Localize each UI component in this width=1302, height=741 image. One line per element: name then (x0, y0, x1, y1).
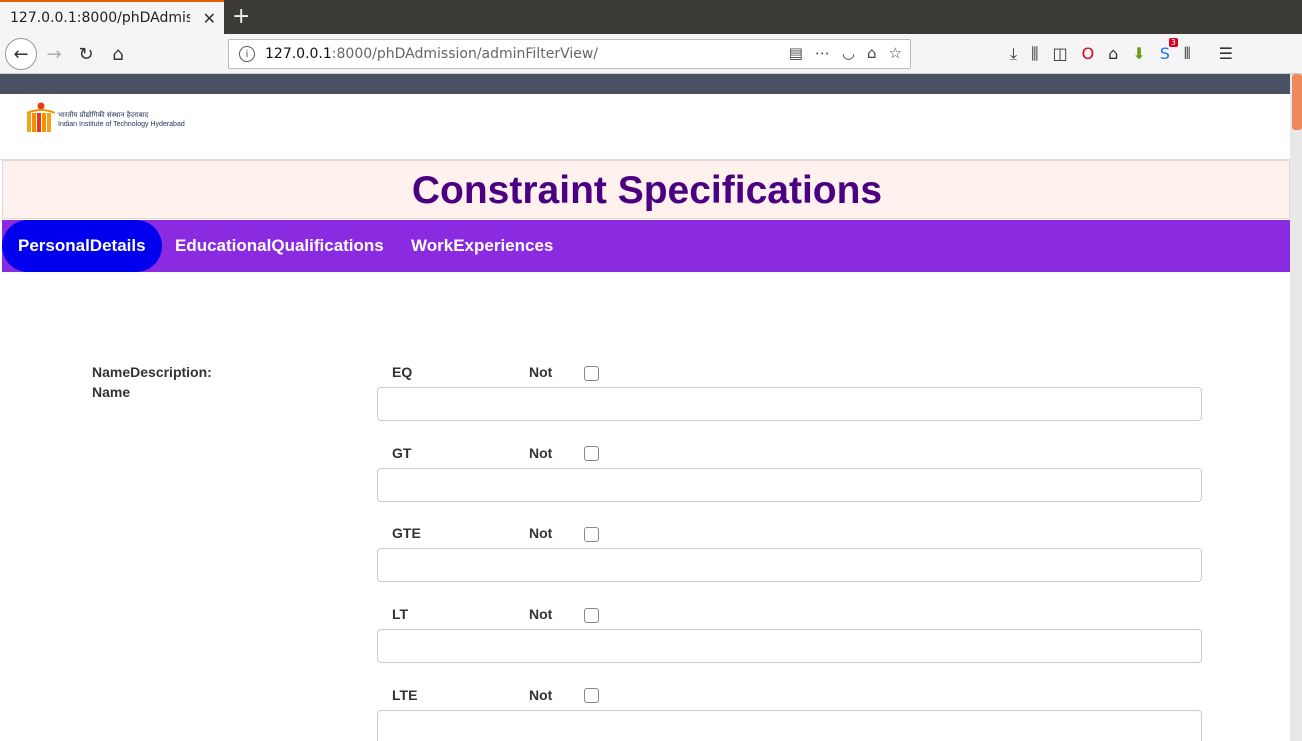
sidebar-icon[interactable]: ◫ (1052, 44, 1067, 64)
opera-icon[interactable]: O (1082, 44, 1095, 64)
not-label: Not (529, 525, 553, 541)
url-actions: ▤ ⋯ ◡ ⌂ ☆ (789, 44, 902, 62)
not-label: Not (529, 687, 553, 703)
value-input-eq[interactable] (377, 387, 1202, 421)
not-checkbox-lte[interactable] (584, 688, 599, 703)
operator-label-gte: GTE (392, 525, 421, 541)
library-icon[interactable]: ⫼ (1031, 44, 1038, 64)
page-title: Constraint Specifications (411, 169, 883, 212)
bookmark-star-icon[interactable]: ☆ (889, 44, 902, 62)
not-checkbox-gte[interactable] (584, 527, 599, 542)
tab-work-experiences[interactable]: WorkExperiences (411, 220, 553, 272)
field-sublabel: Name (92, 384, 131, 400)
tab-educational-qualifications[interactable]: EducationalQualifications (175, 220, 384, 272)
new-tab-icon[interactable]: + (232, 4, 250, 29)
not-label: Not (529, 445, 553, 461)
url-bar[interactable]: i 127.0.0.1:8000/phDAdmission/adminFilte… (228, 39, 911, 69)
heading-band: Constraint Specifications (2, 160, 1290, 219)
info-icon[interactable]: i (239, 46, 255, 62)
operator-label-lt: LT (392, 606, 409, 622)
menu-icon[interactable]: ☰ (1219, 44, 1233, 64)
more-actions-icon[interactable]: ⋯ (815, 44, 830, 62)
notification-extension-icon[interactable]: S3 (1160, 38, 1178, 64)
value-input-lt[interactable] (377, 629, 1202, 663)
scrollbar-thumb[interactable] (1292, 74, 1302, 130)
browser-tab[interactable]: 127.0.0.1:8000/phDAdmissi ✕ (0, 0, 224, 34)
not-checkbox-gt[interactable] (584, 446, 599, 461)
operator-label-gt: GT (392, 445, 412, 461)
tab-personal-details[interactable]: PersonalDetails (2, 220, 162, 272)
browser-tabbar: 127.0.0.1:8000/phDAdmissi ✕ + (0, 0, 1302, 34)
not-label: Not (529, 364, 553, 380)
pocket-icon[interactable]: ◡ (842, 44, 855, 62)
download-icon[interactable]: ⤓ (1010, 44, 1017, 64)
back-icon[interactable]: ← (5, 38, 37, 70)
value-input-lte[interactable] (377, 710, 1202, 741)
extension-icon[interactable]: ⌂ (867, 44, 877, 62)
iith-logo (27, 102, 55, 132)
logo-text: भारतीय प्रौद्योगिकी संस्थान हैदराबाद Ind… (58, 110, 185, 130)
logo-english: Indian Institute of Technology Hyderabad (58, 121, 185, 128)
value-input-gt[interactable] (377, 468, 1202, 502)
reader-view-icon[interactable]: ▤ (789, 44, 803, 62)
home-icon[interactable]: ⌂ (102, 38, 134, 70)
header-logo-area: भारतीय प्रौद्योगिकी संस्थान हैदराबाद Ind… (0, 94, 1290, 160)
value-input-gte[interactable] (377, 548, 1202, 582)
notification-badge: 3 (1168, 38, 1178, 47)
url-path: :8000/phDAdmission/adminFilterView/ (331, 46, 599, 62)
not-label: Not (529, 606, 553, 622)
operator-label-lte: LTE (392, 687, 418, 703)
not-checkbox-lt[interactable] (584, 608, 599, 623)
close-tab-icon[interactable]: ✕ (203, 9, 216, 28)
toolbar-right: ⤓ ⫼ ◫ O ⌂ ⬇ S3 ⫴ ☰ (1010, 38, 1233, 64)
logo-hindi: भारतीय प्रौद्योगिकी संस्थान हैदराबाद (58, 111, 149, 119)
not-checkbox-eq[interactable] (584, 366, 599, 381)
download-helper-icon[interactable]: ⬇ (1132, 44, 1145, 64)
browser-navbar: ← → ↻ ⌂ i 127.0.0.1:8000/phDAdmission/ad… (0, 34, 1302, 74)
url-text: 127.0.0.1:8000/phDAdmission/adminFilterV… (265, 46, 598, 62)
section-tabs: PersonalDetails EducationalQualification… (2, 220, 1290, 272)
operator-label-eq: EQ (392, 364, 413, 380)
scrollbar-track[interactable] (1290, 74, 1302, 741)
url-host: 127.0.0.1 (265, 46, 332, 62)
forward-icon[interactable]: → (38, 38, 70, 70)
page-topbar (0, 74, 1290, 94)
extension-home-icon[interactable]: ⌂ (1108, 44, 1118, 64)
tab-title: 127.0.0.1:8000/phDAdmissi (10, 10, 190, 26)
grid-extension-icon[interactable]: ⫴ (1184, 44, 1191, 64)
reload-icon[interactable]: ↻ (70, 38, 102, 70)
field-label: NameDescription: (92, 364, 212, 380)
